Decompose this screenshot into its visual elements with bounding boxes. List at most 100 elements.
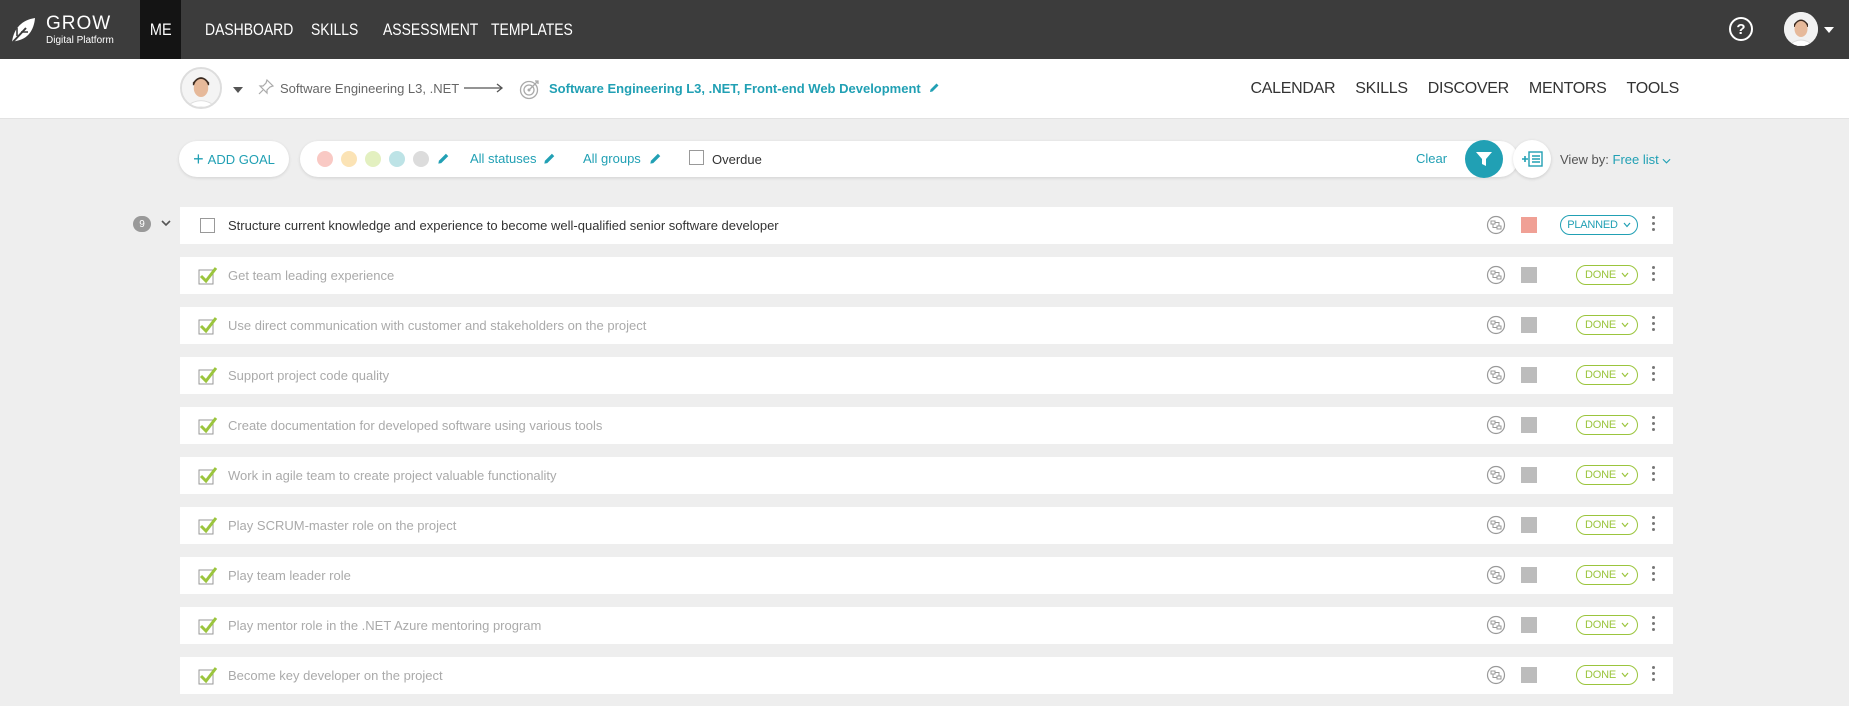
status-dropdown[interactable]: DONE <box>1576 365 1638 385</box>
more-options-icon[interactable] <box>1652 616 1656 635</box>
checked-checkbox-icon[interactable] <box>196 665 218 687</box>
overdue-checkbox[interactable] <box>689 150 704 165</box>
goal-row[interactable]: Play SCRUM-master role on the project DON… <box>180 507 1673 544</box>
user-avatar[interactable] <box>1784 12 1818 46</box>
goal-row[interactable]: Support project code quality DONE <box>180 357 1673 394</box>
checked-checkbox-icon[interactable] <box>196 365 218 387</box>
more-options-icon[interactable] <box>1652 516 1656 535</box>
goal-title[interactable]: Play SCRUM-master role on the project <box>228 518 456 533</box>
goal-color-square[interactable] <box>1521 367 1537 383</box>
view-by-select[interactable]: Free list <box>1613 152 1671 167</box>
goal-row[interactable]: Use direct communication with customer a… <box>180 307 1673 344</box>
filter-button[interactable] <box>1465 140 1503 178</box>
goal-row[interactable]: Work in agile team to create project val… <box>180 457 1673 494</box>
status-dropdown[interactable]: DONE <box>1576 265 1638 285</box>
color-filter-green[interactable] <box>365 151 381 167</box>
goal-color-square[interactable] <box>1521 517 1537 533</box>
goal-title[interactable]: Create documentation for developed softw… <box>228 418 602 433</box>
more-options-icon[interactable] <box>1652 566 1656 585</box>
checked-checkbox-icon[interactable] <box>196 465 218 487</box>
status-dropdown[interactable]: DONE <box>1576 615 1638 635</box>
more-options-icon[interactable] <box>1652 666 1656 685</box>
goal-row[interactable]: Get team leading experience DONE <box>180 257 1673 294</box>
edit-pencil-icon[interactable] <box>928 82 940 94</box>
status-dropdown[interactable]: PLANNED <box>1560 215 1638 235</box>
skills-link-icon[interactable] <box>1486 365 1506 385</box>
user-menu-caret-icon[interactable] <box>1824 27 1834 33</box>
status-dropdown[interactable]: DONE <box>1576 515 1638 535</box>
nav-calendar[interactable]: CALENDAR <box>1251 80 1336 98</box>
profile-avatar[interactable] <box>180 67 222 109</box>
checked-checkbox-icon[interactable] <box>196 415 218 437</box>
goal-title[interactable]: Play mentor role in the .NET Azure mento… <box>228 618 541 633</box>
goal-color-square[interactable] <box>1521 267 1537 283</box>
goal-color-square[interactable] <box>1521 217 1537 233</box>
goal-title[interactable]: Support project code quality <box>228 368 389 383</box>
color-filter-teal[interactable] <box>389 151 405 167</box>
checked-checkbox-icon[interactable] <box>196 265 218 287</box>
color-filter-grey[interactable] <box>413 151 429 167</box>
goal-title[interactable]: Structure current knowledge and experien… <box>228 218 779 233</box>
goal-color-square[interactable] <box>1521 317 1537 333</box>
nav-item-assessment[interactable]: ASSESSMENT <box>383 0 499 59</box>
goal-row[interactable]: Structure current knowledge and experien… <box>180 207 1673 244</box>
more-options-icon[interactable] <box>1652 466 1656 485</box>
brand-logo[interactable]: GROW Digital Platform <box>8 10 114 50</box>
skills-link-icon[interactable] <box>1486 515 1506 535</box>
goal-row[interactable]: Play mentor role in the .NET Azure mento… <box>180 607 1673 644</box>
edit-pencil-icon[interactable] <box>542 152 556 166</box>
skills-link-icon[interactable] <box>1486 265 1506 285</box>
skills-link-icon[interactable] <box>1486 215 1506 235</box>
goal-color-square[interactable] <box>1521 617 1537 633</box>
skills-link-icon[interactable] <box>1486 665 1506 685</box>
status-dropdown[interactable]: DONE <box>1576 665 1638 685</box>
collapse-chevron-icon[interactable] <box>161 219 171 227</box>
nav-skills[interactable]: SKILLS <box>1355 80 1408 98</box>
more-options-icon[interactable] <box>1652 216 1656 235</box>
nav-mentors[interactable]: MENTORS <box>1529 80 1607 98</box>
more-options-icon[interactable] <box>1652 316 1656 335</box>
nav-tools[interactable]: TOOLS <box>1627 80 1680 98</box>
color-filter-yellow[interactable] <box>341 151 357 167</box>
goal-checkbox[interactable] <box>200 218 215 233</box>
status-dropdown[interactable]: DONE <box>1576 415 1638 435</box>
status-dropdown[interactable]: DONE <box>1576 315 1638 335</box>
goal-color-square[interactable] <box>1521 667 1537 683</box>
add-goal-button[interactable]: + ADD GOAL <box>179 141 289 177</box>
status-dropdown[interactable]: DONE <box>1576 465 1638 485</box>
skills-link-icon[interactable] <box>1486 615 1506 635</box>
skills-link-icon[interactable] <box>1486 565 1506 585</box>
clear-filters-link[interactable]: Clear <box>1416 151 1447 166</box>
goal-color-square[interactable] <box>1521 567 1537 583</box>
nav-item-templates[interactable]: TEMPLATES <box>491 0 591 59</box>
help-icon[interactable]: ? <box>1729 17 1753 41</box>
nav-item-skills[interactable]: SKILLS <box>311 0 369 59</box>
goal-color-square[interactable] <box>1521 417 1537 433</box>
more-options-icon[interactable] <box>1652 266 1656 285</box>
goal-title[interactable]: Play team leader role <box>228 568 351 583</box>
target-position-link[interactable]: Software Engineering L3, .NET, Front-end… <box>549 81 921 96</box>
goal-title[interactable]: Get team leading experience <box>228 268 394 283</box>
more-options-icon[interactable] <box>1652 366 1656 385</box>
groups-filter[interactable]: All groups <box>583 151 641 166</box>
edit-pencil-icon[interactable] <box>436 152 450 166</box>
goal-color-square[interactable] <box>1521 467 1537 483</box>
nav-item-me[interactable]: ME <box>140 0 181 59</box>
skills-link-icon[interactable] <box>1486 465 1506 485</box>
edit-pencil-icon[interactable] <box>648 152 662 166</box>
nav-discover[interactable]: DISCOVER <box>1428 80 1509 98</box>
goal-title[interactable]: Work in agile team to create project val… <box>228 468 557 483</box>
checked-checkbox-icon[interactable] <box>196 315 218 337</box>
checked-checkbox-icon[interactable] <box>196 615 218 637</box>
goal-title[interactable]: Become key developer on the project <box>228 668 443 683</box>
profile-caret-icon[interactable] <box>233 87 243 93</box>
nav-item-dashboard[interactable]: DASHBOARD <box>205 0 313 59</box>
statuses-filter[interactable]: All statuses <box>470 151 536 166</box>
goal-row[interactable]: Play team leader role DONE <box>180 557 1673 594</box>
checked-checkbox-icon[interactable] <box>196 515 218 537</box>
goal-row[interactable]: Create documentation for developed softw… <box>180 407 1673 444</box>
goal-row[interactable]: Become key developer on the project DONE <box>180 657 1673 694</box>
color-filter-red[interactable] <box>317 151 333 167</box>
status-dropdown[interactable]: DONE <box>1576 565 1638 585</box>
skills-link-icon[interactable] <box>1486 415 1506 435</box>
